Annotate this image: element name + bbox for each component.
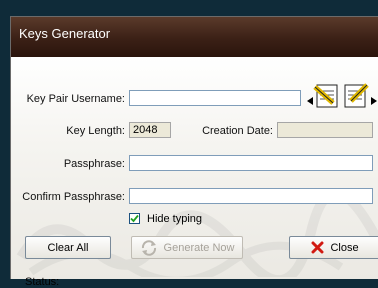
hide-typing-checkbox[interactable]	[129, 213, 140, 224]
export-keys-icon	[344, 83, 377, 108]
close-x-icon	[311, 241, 324, 254]
confirm-passphrase-field[interactable]	[129, 188, 373, 204]
passphrase-field[interactable]	[129, 155, 373, 171]
export-keys-button[interactable]	[343, 81, 377, 111]
close-button[interactable]: Close	[289, 236, 378, 259]
checkmark-icon	[130, 214, 139, 223]
key-length-label: Key Length:	[66, 125, 125, 137]
creation-date-field[interactable]	[277, 122, 373, 138]
username-field[interactable]	[129, 90, 301, 106]
passphrase-label: Passphrase:	[63, 158, 125, 170]
dialog-body: Key Pair Username: Key Length: 2048 Crea…	[11, 57, 378, 288]
confirm-passphrase-label: Confirm Passphrase:	[22, 191, 125, 203]
import-keys-button[interactable]	[307, 81, 341, 111]
username-label: Key Pair Username:	[26, 93, 125, 105]
window-title: Keys Generator	[19, 26, 111, 41]
status-label: Status:	[25, 276, 60, 288]
generate-now-button[interactable]: Generate Now	[131, 236, 243, 259]
import-keys-icon	[307, 84, 338, 108]
key-length-field[interactable]: 2048	[129, 122, 171, 138]
close-label: Close	[330, 241, 359, 254]
hide-typing-label: Hide typing	[147, 213, 203, 225]
keys-generator-window: Keys Generator Key Pair Username: Key Le…	[10, 16, 378, 288]
creation-date-label: Creation Date:	[202, 125, 273, 137]
title-bar: Keys Generator	[11, 17, 378, 57]
refresh-icon	[141, 239, 156, 256]
generate-now-label: Generate Now	[163, 241, 235, 254]
clear-all-label: Clear All	[47, 241, 89, 254]
clear-all-button[interactable]: Clear All	[25, 236, 111, 259]
